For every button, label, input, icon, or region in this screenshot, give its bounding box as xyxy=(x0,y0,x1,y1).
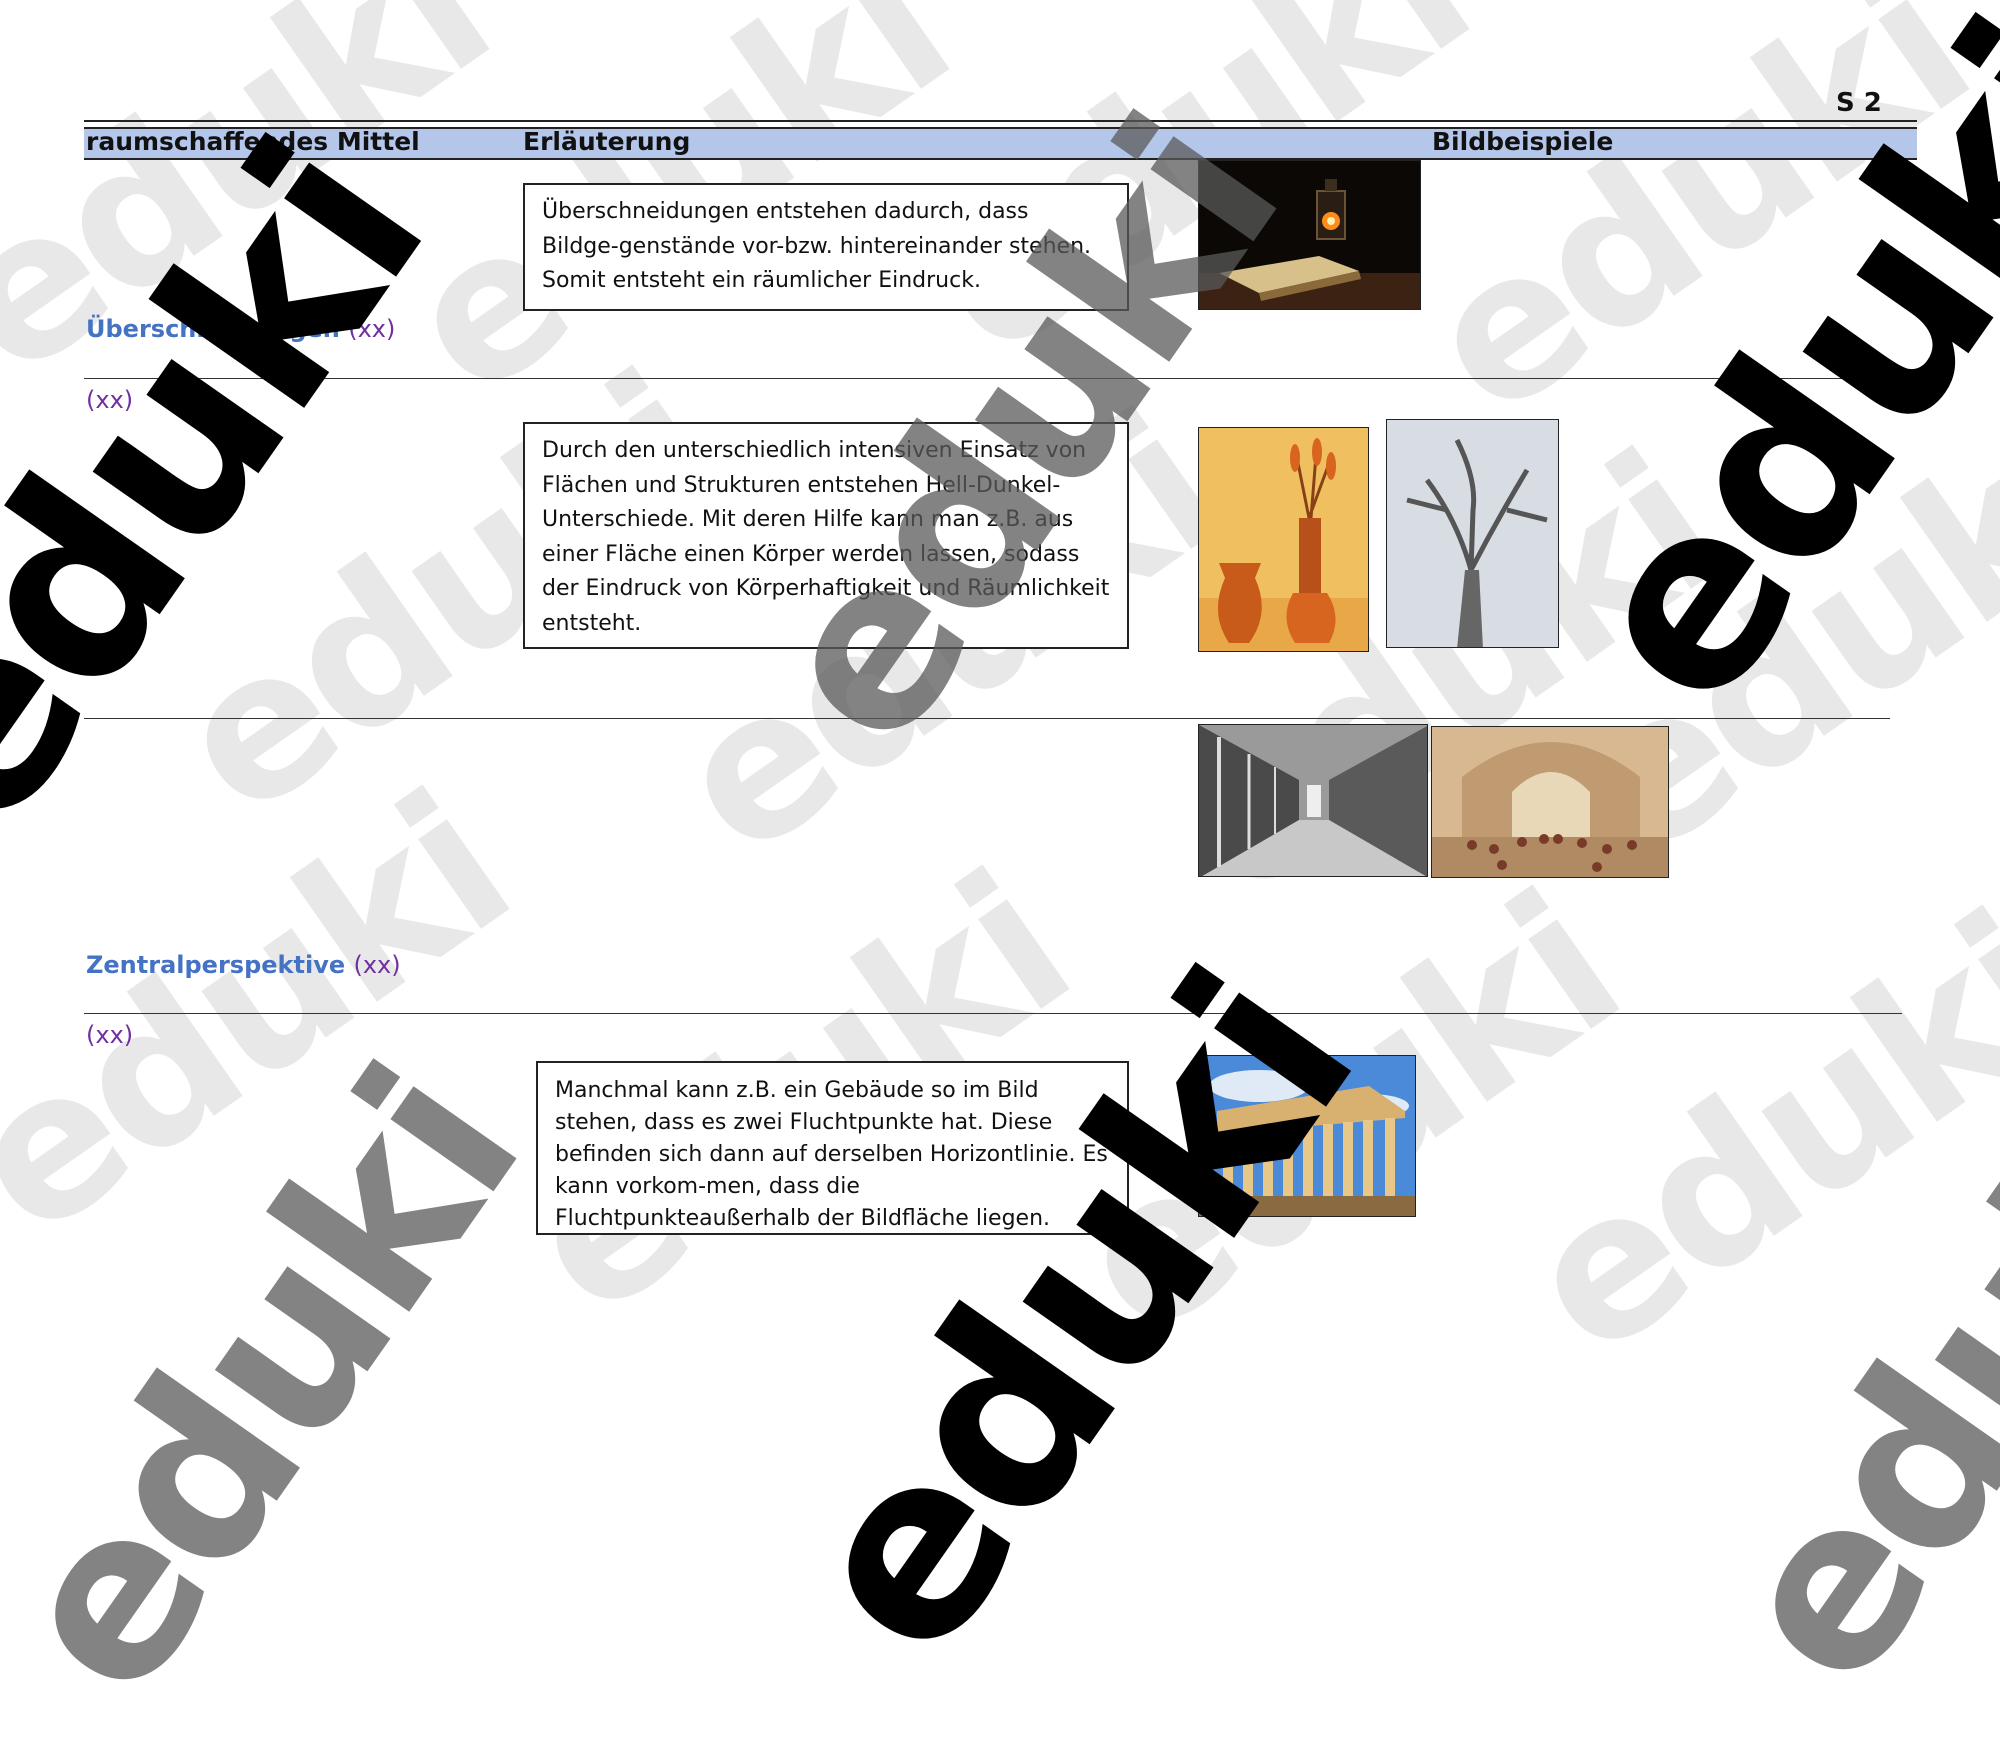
lantern-book-photo xyxy=(1198,160,1421,310)
watermark: eduki xyxy=(1486,871,2000,1402)
label-text: Überschneidungen xyxy=(86,315,340,343)
section-label-zentralperspektive: Zentralperspektive (xx) xyxy=(86,951,401,979)
header-col-erlaeuterung: Erläuterung xyxy=(523,127,691,156)
label-text: Zentralperspektive xyxy=(86,951,346,979)
label-suffix: (xx) xyxy=(353,951,401,979)
parthenon-photo xyxy=(1198,1055,1416,1217)
placeholder-xx: (xx) xyxy=(86,386,134,414)
header-col-bildbeispiele: Bildbeispiele xyxy=(1432,127,1614,156)
watermark: eduki xyxy=(0,751,546,1282)
colonnade-photo xyxy=(1198,724,1428,877)
school-of-athens-fresco xyxy=(1431,726,1669,878)
section-divider xyxy=(84,378,1894,379)
watermark: eduki xyxy=(1386,0,2000,462)
watermark: eduki xyxy=(740,925,1409,1706)
section-divider xyxy=(84,1013,1902,1014)
text-box-hell-dunkel: Durch den unterschiedlich intensiven Ein… xyxy=(523,422,1129,649)
watermark: eduki xyxy=(1676,1015,2000,1732)
text-box-zwei-fluchtpunkte: Manchmal kann z.B. ein Gebäude so im Bil… xyxy=(536,1061,1129,1235)
label-suffix: (xx) xyxy=(348,315,396,343)
section-divider xyxy=(84,718,1890,719)
watermark: eduki xyxy=(0,1025,570,1741)
page-number: S 2 xyxy=(1836,88,1882,118)
vase-painting xyxy=(1198,427,1369,652)
watermark: eduki xyxy=(0,0,526,422)
section-label-ueberschneidungen: Überschneidungen (xx) xyxy=(86,315,395,343)
top-rule xyxy=(84,120,1917,122)
tree-drawing xyxy=(1386,419,1559,648)
watermark: eduki xyxy=(0,95,479,876)
placeholder-xx: (xx) xyxy=(86,1021,134,1049)
header-col-mittel: raumschaffendes Mittel xyxy=(86,127,420,156)
text-box-ueberschneidungen: Überschneidungen entstehen dadurch, dass… xyxy=(523,183,1129,311)
